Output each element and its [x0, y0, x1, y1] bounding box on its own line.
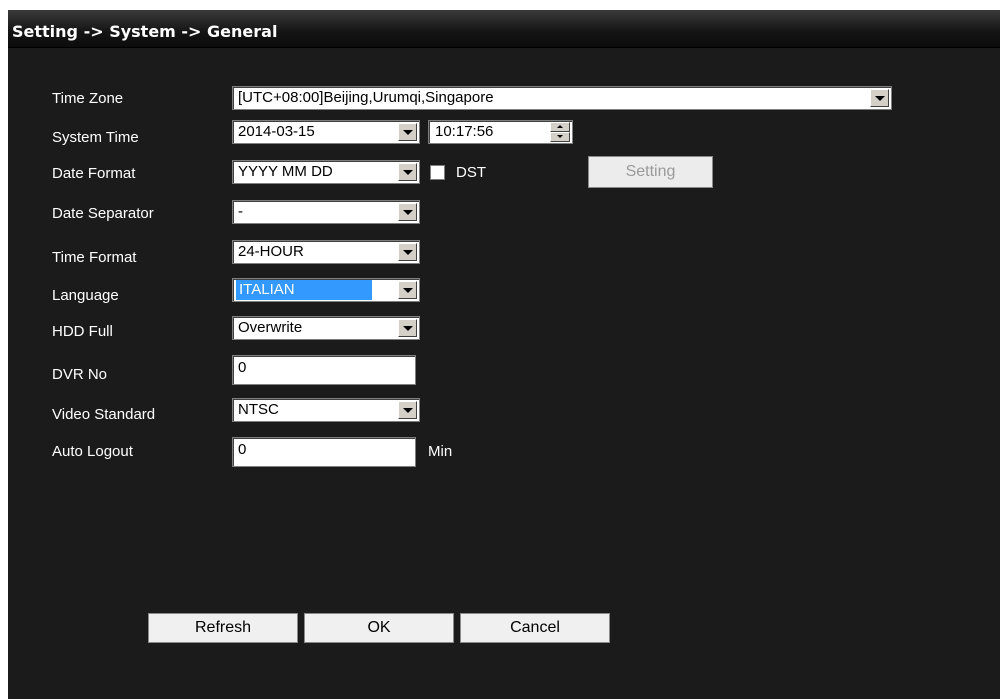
ok-button[interactable]: OK [304, 613, 454, 643]
chevron-down-icon[interactable] [398, 281, 417, 299]
time-format-select[interactable]: 24-HOUR [232, 240, 420, 264]
video-standard-select[interactable]: NTSC [232, 398, 420, 422]
date-separator-label: Date Separator [52, 205, 154, 222]
chevron-down-icon[interactable] [398, 203, 417, 221]
time-zone-select[interactable]: [UTC+08:00]Beijing,Urumqi,Singapore [232, 86, 892, 110]
system-date-select[interactable]: 2014-03-15 [232, 120, 420, 144]
chevron-down-icon[interactable] [398, 243, 417, 261]
language-label: Language [52, 287, 119, 304]
dst-setting-button[interactable]: Setting [588, 156, 713, 188]
time-format-value: 24-HOUR [238, 243, 304, 260]
dst-checkbox[interactable] [430, 165, 445, 180]
language-select[interactable]: ITALIAN [232, 278, 420, 302]
video-standard-value: NTSC [238, 401, 279, 418]
date-format-select[interactable]: YYYY MM DD [232, 160, 420, 184]
spin-up-icon[interactable] [550, 122, 570, 132]
hdd-full-label: HDD Full [52, 323, 113, 340]
hdd-full-value: Overwrite [238, 319, 303, 336]
chevron-down-icon[interactable] [398, 319, 417, 337]
date-format-value: YYYY MM DD [238, 163, 333, 180]
date-format-label: Date Format [52, 165, 136, 182]
time-format-label: Time Format [52, 249, 137, 266]
settings-panel: Setting -> System -> General Time Zone [… [8, 10, 1000, 699]
chevron-down-icon[interactable] [870, 89, 889, 107]
dvr-no-input[interactable]: 0 [232, 355, 416, 385]
system-time-label: System Time [52, 129, 139, 146]
system-date-value: 2014-03-15 [238, 123, 315, 140]
title-bar: Setting -> System -> General [8, 10, 1000, 48]
auto-logout-label: Auto Logout [52, 443, 133, 460]
video-standard-label: Video Standard [52, 406, 156, 423]
time-zone-label: Time Zone [52, 90, 124, 107]
chevron-down-icon[interactable] [398, 123, 417, 141]
system-time-spinner[interactable]: 10:17:56 [428, 120, 573, 144]
dvr-no-label: DVR No [52, 366, 108, 383]
chevron-down-icon[interactable] [398, 163, 417, 181]
hdd-full-select[interactable]: Overwrite [232, 316, 420, 340]
language-value: ITALIAN [236, 280, 372, 300]
dst-label: DST [456, 164, 486, 181]
cancel-button[interactable]: Cancel [460, 613, 610, 643]
auto-logout-input[interactable]: 0 [232, 437, 416, 467]
page-title: Setting -> System -> General [12, 22, 278, 41]
time-zone-value: [UTC+08:00]Beijing,Urumqi,Singapore [238, 89, 494, 106]
auto-logout-value: 0 [238, 441, 247, 458]
date-separator-select[interactable]: - [232, 200, 420, 224]
system-time-value: 10:17:56 [435, 123, 494, 140]
refresh-button[interactable]: Refresh [148, 613, 298, 643]
date-separator-value: - [238, 203, 243, 220]
spin-down-icon[interactable] [550, 132, 570, 142]
dvr-no-value: 0 [238, 359, 247, 376]
auto-logout-unit: Min [428, 443, 453, 460]
chevron-down-icon[interactable] [398, 401, 417, 419]
